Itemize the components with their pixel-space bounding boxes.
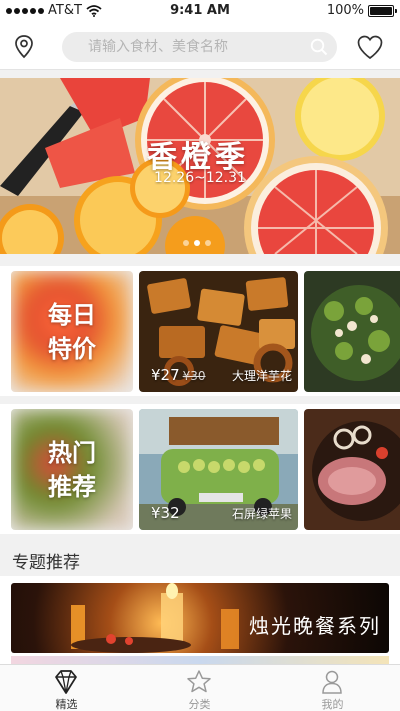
daily-special-label: 每日 特价 [48,298,96,366]
hot-recommend-label-line1: 热门 [48,438,96,467]
product-image [304,271,400,392]
product-card[interactable]: ¥27 ¥30 大理洋芋花 [139,271,298,392]
product-card[interactable]: ¥32 石屏绿苹果 [139,409,298,530]
status-bar: AT&T 9:41 AM 100% [0,0,400,22]
topic-image [71,583,239,653]
diamond-icon [55,670,77,694]
topic-section-header: 专题推荐 [0,538,400,576]
topic-title: 烛光晚餐系列 [249,614,381,638]
star-icon [187,670,211,693]
search-icon[interactable] [310,38,328,56]
hot-recommend-label-line2: 推荐 [48,472,96,501]
product-image [304,409,400,530]
product-card-partial[interactable] [304,409,400,530]
location-pin-icon[interactable] [12,34,36,60]
banner-pagination[interactable] [183,240,211,246]
section-divider [0,396,400,404]
topic-section-title: 专题推荐 [12,553,80,573]
hot-recommend-label: 热门 推荐 [48,436,96,504]
pagination-dot[interactable] [183,240,189,246]
product-price: ¥32 [151,504,180,522]
pagination-dot-active[interactable] [194,240,200,246]
pagination-dot[interactable] [205,240,211,246]
product-old-price: ¥30 [182,369,206,383]
header-bar [0,22,400,70]
product-name: 大理洋芋花 [231,369,292,383]
tab-featured[interactable]: 精选 [0,665,133,711]
search-input[interactable] [62,32,292,62]
promo-banner[interactable]: 香橙季 12.26~12.31 [0,78,400,254]
product-price: ¥27 ¥30 [151,366,206,384]
product-name: 石屏绿苹果 [231,507,292,521]
section-divider [0,254,400,262]
daily-special-label-line1: 每日 [48,300,96,329]
battery-percent: 100% [326,3,364,18]
topic-card-next[interactable] [11,656,389,664]
topic-list: 烛光晚餐系列 [0,576,400,664]
tab-mine[interactable]: 我的 [266,665,399,711]
tab-label: 精选 [55,698,78,711]
daily-special-label-line2: 特价 [48,334,96,363]
tab-bar: 精选 分类 我的 [0,664,400,711]
hot-recommend-row: 热门 推荐 ¥32 石屏绿苹果 [0,404,400,534]
topic-card[interactable]: 烛光晚餐系列 [11,583,389,653]
daily-special-row: 每日 特价 ¥27 ¥30 大理洋芋花 [0,266,400,396]
hot-recommend-card[interactable]: 热门 推荐 [11,409,133,530]
product-card-partial[interactable] [304,271,400,392]
banner-date: 12.26~12.31 [154,170,246,186]
favorites-heart-icon[interactable] [356,34,384,60]
daily-special-card[interactable]: 每日 特价 [11,271,133,392]
user-profile-icon [322,670,342,694]
tab-category[interactable]: 分类 [133,665,266,711]
tab-label: 我的 [321,698,344,711]
tab-label: 分类 [188,698,211,711]
battery-icon [368,4,397,17]
status-right: 100% [326,3,397,18]
search-box[interactable] [62,32,337,62]
